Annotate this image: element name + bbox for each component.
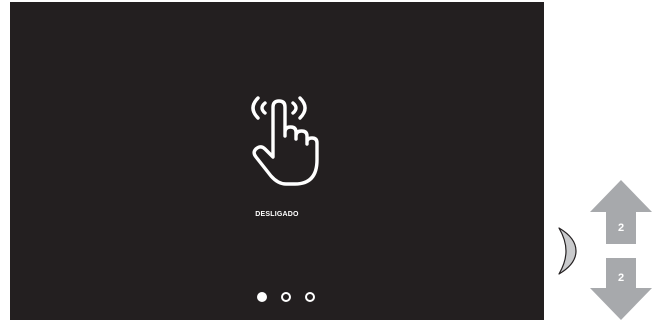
arrow-up-icon (590, 180, 652, 244)
page-dot[interactable] (305, 292, 315, 302)
side-handle-icon[interactable] (556, 226, 578, 276)
arrow-up-label: 2 (617, 222, 625, 234)
device-screen: DESLIGADO (10, 2, 544, 320)
page-dot[interactable] (281, 292, 291, 302)
arrow-up-button[interactable]: 2 (590, 180, 652, 244)
page-dot-active[interactable] (257, 292, 267, 302)
status-label: DESLIGADO (255, 211, 299, 218)
arrow-down-icon (590, 258, 652, 320)
touch-hand-icon[interactable] (238, 94, 320, 190)
page-indicator (257, 292, 317, 306)
arrow-down-label: 2 (617, 272, 625, 284)
figure-canvas: DESLIGADO 2 2 (0, 0, 656, 322)
arrow-down-button[interactable]: 2 (590, 258, 652, 322)
